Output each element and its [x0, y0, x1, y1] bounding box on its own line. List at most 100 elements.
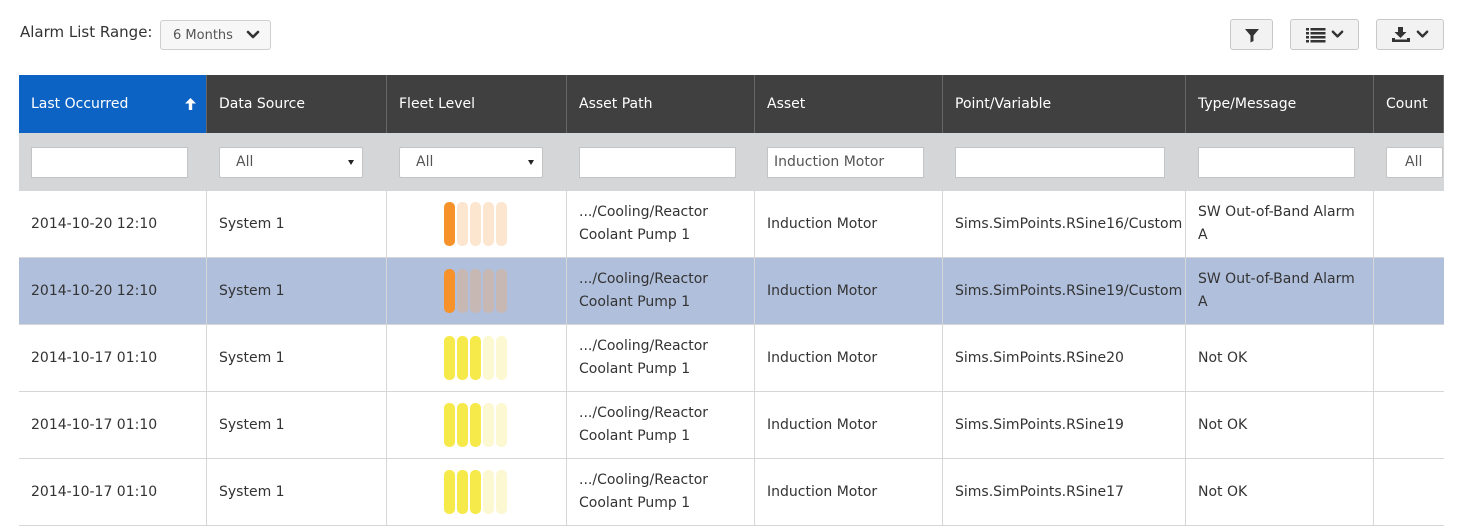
fleet-level-cell: [387, 392, 567, 458]
asset-cell: Induction Motor: [755, 258, 943, 324]
last-occurred-cell: 2014-10-17 01:10: [19, 392, 207, 458]
data-source-value: System 1: [219, 483, 285, 500]
asset-path-cell: .../Cooling/Reactor Coolant Pump 1: [567, 325, 755, 391]
asset-filter-input[interactable]: Induction Motor: [767, 146, 924, 178]
type-message-line: SW Out-of-Band Alarm: [1198, 271, 1355, 287]
asset-path-line: .../Cooling/Reactor: [579, 204, 709, 220]
fleet-level-indicator: [444, 336, 507, 380]
last-occurred-cell: 2014-10-20 12:10: [19, 191, 207, 257]
column-header-count[interactable]: Count: [1374, 75, 1444, 133]
last-occurred-value: 2014-10-17 01:10: [31, 349, 158, 366]
filter-cell: [943, 133, 1186, 191]
asset-path-line: .../Cooling/Reactor: [579, 405, 709, 421]
data-source-cell: System 1: [207, 459, 387, 525]
asset-path-line: Coolant Pump 1: [579, 428, 691, 444]
fleet-level-bar: [457, 336, 468, 380]
asset-path-line: Coolant Pump 1: [579, 294, 691, 310]
type-message-cell: Not OK: [1186, 325, 1374, 391]
asset-cell: Induction Motor: [755, 459, 943, 525]
filter-cell: All: [207, 133, 387, 191]
chevron-down-icon: [1416, 30, 1429, 38]
fleet-level-bar: [483, 269, 494, 313]
fleet-level-bar: [496, 269, 507, 313]
count-cell: [1374, 459, 1444, 525]
fleet-level-cell: [387, 191, 567, 257]
data-source-filter-select[interactable]: All: [219, 146, 363, 178]
column-header-last-occurred[interactable]: Last Occurred: [19, 75, 207, 133]
fleet-level-indicator: [444, 269, 507, 313]
asset-path-line: .../Cooling/Reactor: [579, 271, 709, 287]
type-message-filter-input[interactable]: [1198, 146, 1355, 178]
column-header-fleet-level[interactable]: Fleet Level: [387, 75, 567, 133]
data-source-cell: System 1: [207, 392, 387, 458]
fleet-level-filter-value: All: [416, 154, 434, 170]
filter-cell: [19, 133, 207, 191]
fleet-level-bar: [483, 202, 494, 246]
table-row[interactable]: 2014-10-17 01:10 System 1 .../Cooling/Reac…: [19, 325, 1444, 392]
asset-path-filter-input[interactable]: [579, 146, 736, 178]
sort-ascending-icon: [185, 98, 196, 110]
alarm-list-range-dropdown[interactable]: 6 Months: [160, 20, 271, 50]
list-icon: [1305, 27, 1325, 42]
asset-value: Induction Motor: [767, 483, 878, 500]
toolbar: Alarm List Range: 6 Months: [0, 0, 1462, 70]
asset-path-line: Coolant Pump 1: [579, 227, 691, 243]
fleet-level-bar: [444, 403, 455, 447]
data-source-value: System 1: [219, 282, 285, 299]
column-header-label: Fleet Level: [399, 96, 476, 112]
alarm-list-range-value: 6 Months: [173, 27, 233, 43]
asset-path-cell: .../Cooling/Reactor Coolant Pump 1: [567, 392, 755, 458]
data-source-value: System 1: [219, 215, 285, 232]
export-button[interactable]: [1376, 19, 1444, 50]
type-message-value: Not OK: [1198, 481, 1255, 504]
count-cell: [1374, 392, 1444, 458]
asset-path-cell: .../Cooling/Reactor Coolant Pump 1: [567, 191, 755, 257]
column-header-label: Data Source: [219, 96, 305, 112]
last-occurred-cell: 2014-10-17 01:10: [19, 459, 207, 525]
caret-down-icon: [528, 159, 534, 165]
asset-value: Induction Motor: [767, 215, 878, 232]
last-occurred-filter-input[interactable]: [31, 146, 188, 178]
last-occurred-cell: 2014-10-17 01:10: [19, 325, 207, 391]
type-message-cell: Not OK: [1186, 392, 1374, 458]
column-header-type-message[interactable]: Type/Message: [1186, 75, 1374, 133]
last-occurred-value: 2014-10-20 12:10: [31, 282, 158, 299]
type-message-line: Not OK: [1198, 349, 1248, 366]
point-variable-cell: Sims.SimPoints.RSine19: [943, 392, 1186, 458]
data-source-cell: System 1: [207, 191, 387, 257]
asset-cell: Induction Motor: [755, 392, 943, 458]
fleet-level-bar: [496, 403, 507, 447]
asset-path-line: Coolant Pump 1: [579, 361, 691, 377]
asset-path-line: .../Cooling/Reactor: [579, 472, 709, 488]
fleet-level-bar: [470, 336, 481, 380]
filter-button[interactable]: [1230, 19, 1273, 50]
fleet-level-filter-select[interactable]: All: [399, 146, 543, 178]
asset-path-value: .../Cooling/Reactor Coolant Pump 1: [579, 268, 716, 314]
column-header-label: Type/Message: [1198, 96, 1297, 112]
count-filter-select[interactable]: All: [1386, 146, 1443, 178]
fleet-level-bar: [457, 470, 468, 514]
fleet-level-bar: [457, 202, 468, 246]
fleet-level-bar: [483, 336, 494, 380]
fleet-level-indicator: [444, 202, 507, 246]
point-variable-value: Sims.SimPoints.RSine19: [955, 416, 1124, 433]
column-header-point-variable[interactable]: Point/Variable: [943, 75, 1186, 133]
point-variable-filter-input[interactable]: [955, 146, 1165, 178]
fleet-level-bar: [496, 470, 507, 514]
count-cell: [1374, 191, 1444, 257]
table-row[interactable]: 2014-10-17 01:10 System 1 .../Cooling/Reac…: [19, 459, 1444, 526]
column-options-button[interactable]: [1290, 19, 1359, 50]
table-row[interactable]: 2014-10-17 01:10 System 1 .../Cooling/Reac…: [19, 392, 1444, 459]
table-row[interactable]: 2014-10-20 12:10 System 1 .../Cooling/Reac…: [19, 258, 1444, 325]
column-header-asset[interactable]: Asset: [755, 75, 943, 133]
point-variable-cell: Sims.SimPoints.RSine17: [943, 459, 1186, 525]
fleet-level-bar: [444, 470, 455, 514]
fleet-level-bar: [483, 470, 494, 514]
filter-cell: All: [387, 133, 567, 191]
fleet-level-bar: [457, 403, 468, 447]
last-occurred-value: 2014-10-17 01:10: [31, 416, 158, 433]
column-header-asset-path[interactable]: Asset Path: [567, 75, 755, 133]
column-header-label: Point/Variable: [955, 96, 1052, 112]
table-row[interactable]: 2014-10-20 12:10 System 1 .../Cooling/Reac…: [19, 191, 1444, 258]
column-header-data-source[interactable]: Data Source: [207, 75, 387, 133]
